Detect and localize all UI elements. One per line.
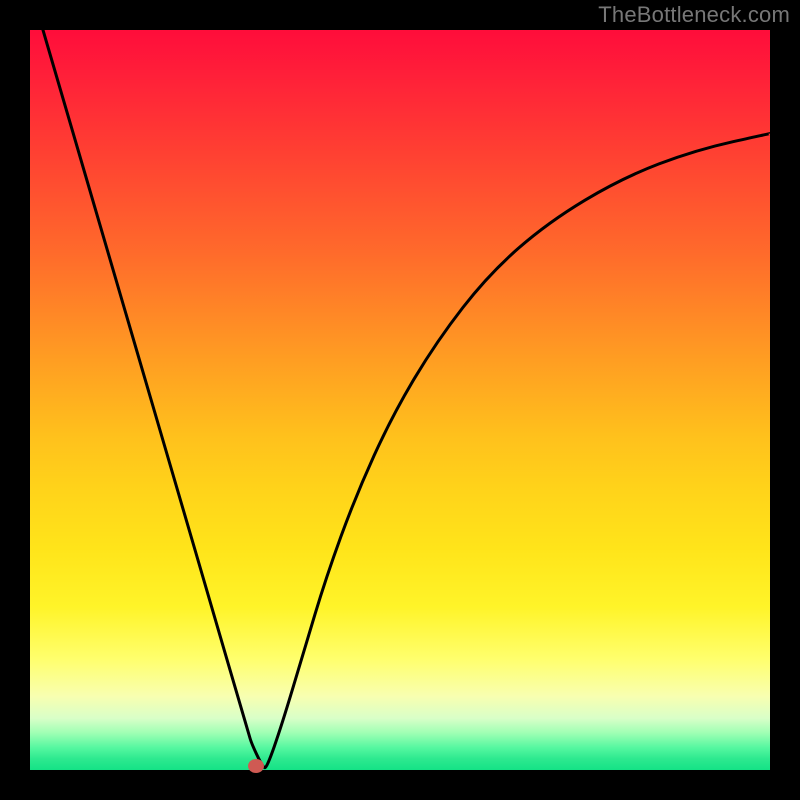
curve-svg	[30, 30, 770, 770]
chart-frame: TheBottleneck.com	[0, 0, 800, 800]
watermark-text: TheBottleneck.com	[598, 2, 790, 28]
minimum-marker	[248, 759, 264, 773]
bottleneck-curve	[30, 30, 770, 768]
plot-area	[30, 30, 770, 770]
